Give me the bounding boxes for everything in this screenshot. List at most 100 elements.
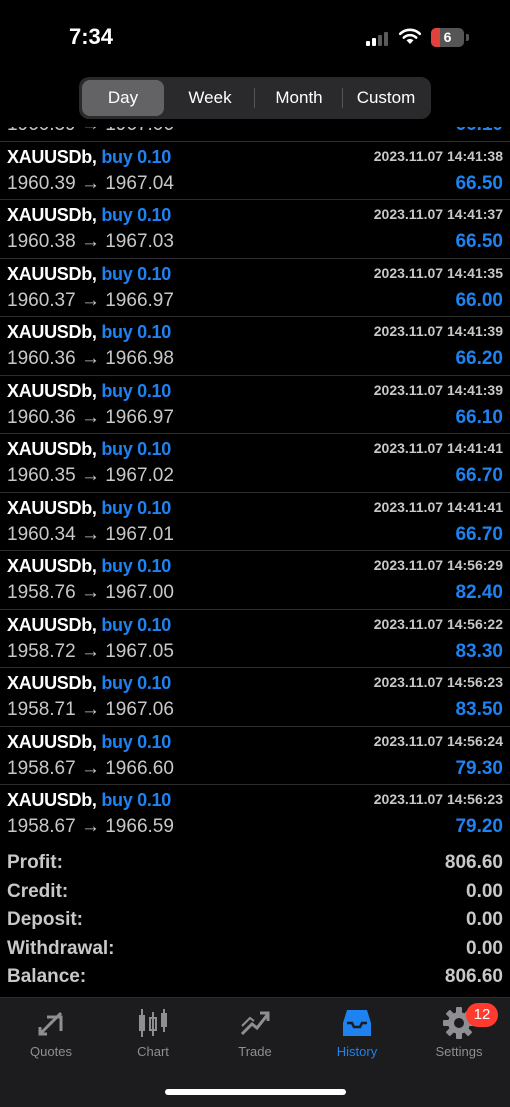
tab-quotes[interactable]: Quotes	[0, 998, 102, 1068]
tab-label: Settings	[435, 1044, 483, 1059]
summary-line: Profit: 806.60	[0, 850, 510, 879]
summary-value: 0.00	[466, 880, 503, 902]
trade-row[interactable]: XAUUSDb, buy 0.10 2023.11.07 14:41:39 1960…	[0, 376, 510, 434]
tab-label: Quotes	[30, 1044, 72, 1059]
trade-time: 2023.11.07 14:41:38	[373, 147, 503, 164]
trade-time: 2023.11.07 14:41:35	[373, 264, 503, 281]
trade-row[interactable]: XAUUSDb, buy 0.10 2023.11.07 14:56:23 1958…	[0, 668, 510, 727]
trade-symbol: XAUUSDb, buy 0.10	[7, 790, 171, 811]
trade-time: 2023.11.07 14:56:29	[373, 557, 503, 573]
trade-prices: 1958.67 → 1966.60	[7, 757, 174, 779]
wifi-icon	[398, 28, 422, 44]
summary-value: 806.60	[444, 966, 503, 988]
period-segmented-control: Day Week Month Custom	[79, 77, 431, 119]
summary-line: Withdrawal: 0.00	[0, 936, 510, 965]
summary-label: Credit:	[7, 880, 69, 902]
trade-symbol-name: XAUUSDb,	[7, 380, 97, 401]
summary-line: Balance: 806.60	[0, 964, 510, 993]
trade-direction: buy 0.10	[101, 146, 171, 167]
trade-symbol: XAUUSDb, buy 0.10	[7, 498, 171, 519]
trade-time: 2023.11.07 14:41:37	[373, 206, 503, 222]
tab-history[interactable]: History	[306, 998, 408, 1068]
quotes-icon	[38, 1011, 63, 1036]
trade-time: 2023.11.07 14:41:39	[373, 323, 503, 339]
trade-symbol-name: XAUUSDb,	[7, 205, 97, 225]
trade-symbol-name: XAUUSDb,	[7, 556, 97, 576]
trade-time: 2023.11.07 14:56:24	[373, 732, 503, 749]
status-time: 7:34	[69, 24, 114, 49]
summary-line: Credit: 0.00	[0, 879, 510, 908]
trade-prices: 1958.71 → 1967.06	[7, 699, 174, 720]
trade-row[interactable]: XAUUSDb, buy 0.10 2023.11.07 14:41:39 1960…	[0, 317, 510, 376]
tab-chart[interactable]: Chart	[102, 998, 204, 1068]
summary-value: 0.00	[466, 909, 503, 931]
trade-profit: 66.20	[455, 348, 503, 369]
trade-symbol: XAUUSDb, buy 0.10	[7, 673, 171, 694]
tab-label: History	[336, 1044, 378, 1059]
trade-history-list[interactable]: 1960.39 → 1967.06 66.10 XAUUSDb, buy 0.1…	[0, 127, 510, 843]
tab-label: Chart	[137, 1044, 169, 1059]
trade-row-partial[interactable]: 1960.39 → 1967.06 66.10	[0, 127, 510, 142]
trade-symbol: XAUUSDb, buy 0.10	[7, 322, 171, 343]
trade-time: 2023.11.07 14:56:23	[373, 674, 503, 690]
trade-prices: 1958.72 → 1967.05	[7, 640, 174, 662]
trade-row[interactable]: XAUUSDb, buy 0.10 2023.11.07 14:41:41 1960…	[0, 493, 510, 551]
trade-symbol: XAUUSDb, buy 0.10	[7, 439, 171, 460]
trade-prices: 1960.37 → 1966.97	[7, 289, 174, 311]
summary-value: 806.60	[444, 852, 503, 873]
segment-week[interactable]: Week	[169, 80, 251, 116]
trade-profit: 66.70	[455, 523, 503, 545]
trade-prices: 1960.39 → 1967.06	[7, 127, 174, 136]
trade-prices: 1958.76 → 1967.00	[7, 582, 174, 603]
trade-symbol-name: XAUUSDb,	[7, 497, 97, 518]
trade-direction: buy 0.10	[101, 439, 171, 459]
trade-symbol: XAUUSDb, buy 0.10	[7, 556, 171, 577]
trade-direction: buy 0.10	[101, 790, 171, 810]
trade-profit: 79.20	[455, 816, 503, 837]
trade-symbol: XAUUSDb, buy 0.10	[7, 732, 171, 753]
trade-prices: 1960.36 → 1966.97	[7, 406, 174, 428]
summary-label: Profit:	[7, 852, 63, 873]
summary-line: Deposit: 0.00	[0, 907, 510, 936]
settings-badge: 12	[466, 1003, 498, 1027]
segment-custom[interactable]: Custom	[343, 80, 429, 116]
trade-time: 2023.11.07 14:41:41	[373, 440, 503, 456]
trade-row[interactable]: XAUUSDb, buy 0.10 2023.11.07 14:41:37 1960…	[0, 200, 510, 259]
trade-symbol-name: XAUUSDb,	[7, 731, 97, 752]
segment-day[interactable]: Day	[82, 80, 164, 116]
trade-prices: 1960.35 → 1967.02	[7, 465, 174, 486]
trade-symbol: XAUUSDb, buy 0.10	[7, 205, 171, 226]
history-icon	[343, 1010, 371, 1036]
trade-profit: 83.30	[455, 640, 503, 662]
segment-month[interactable]: Month	[257, 80, 341, 116]
trade-symbol-name: XAUUSDb,	[7, 322, 97, 342]
summary-label: Withdrawal:	[7, 937, 115, 959]
trade-row[interactable]: XAUUSDb, buy 0.10 2023.11.07 14:41:38 1960…	[0, 142, 510, 200]
trade-prices: 1958.67 → 1966.59	[7, 816, 174, 837]
chart-icon	[139, 1009, 167, 1037]
trade-profit: 66.50	[455, 172, 503, 194]
trade-direction: buy 0.10	[101, 205, 171, 225]
trade-symbol-name: XAUUSDb,	[7, 439, 97, 459]
trade-direction: buy 0.10	[101, 731, 171, 752]
trade-profit: 79.30	[455, 757, 503, 779]
trade-symbol-name: XAUUSDb,	[7, 263, 97, 284]
trade-row[interactable]: XAUUSDb, buy 0.10 2023.11.07 14:41:35 1960…	[0, 259, 510, 317]
trade-prices: 1960.39 → 1967.04	[7, 172, 174, 194]
trade-row[interactable]: XAUUSDb, buy 0.10 2023.11.07 14:56:23 1958…	[0, 785, 510, 843]
trade-symbol-name: XAUUSDb,	[7, 614, 97, 635]
trade-row[interactable]: XAUUSDb, buy 0.10 2023.11.07 14:41:41 1960…	[0, 434, 510, 493]
trade-time: 2023.11.07 14:56:23	[373, 791, 503, 807]
trade-row[interactable]: XAUUSDb, buy 0.10 2023.11.07 14:56:24 1958…	[0, 727, 510, 785]
tab-trade[interactable]: Trade	[204, 998, 306, 1068]
trade-profit: 66.70	[455, 465, 503, 486]
status-bar: 7:34 6	[0, 0, 510, 78]
trade-symbol: XAUUSDb, buy 0.10	[7, 615, 171, 636]
trade-symbol-name: XAUUSDb,	[7, 790, 97, 810]
battery-icon: 6	[431, 28, 464, 47]
trade-row[interactable]: XAUUSDb, buy 0.10 2023.11.07 14:56:22 1958…	[0, 610, 510, 668]
battery-level: 6	[443, 29, 452, 45]
trade-time: 2023.11.07 14:41:41	[373, 498, 503, 515]
trade-row[interactable]: XAUUSDb, buy 0.10 2023.11.07 14:56:29 1958…	[0, 551, 510, 610]
trade-profit: 83.50	[455, 699, 503, 720]
